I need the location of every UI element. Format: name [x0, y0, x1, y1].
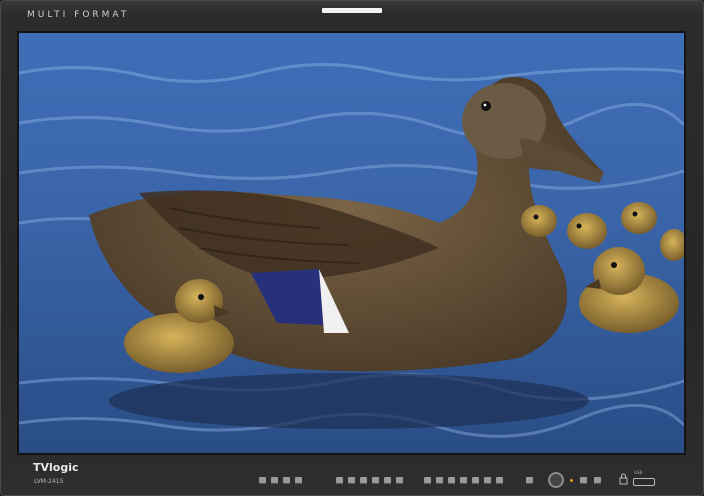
control-button[interactable] [436, 477, 443, 484]
power-button[interactable] [594, 477, 601, 484]
usb-port-icon[interactable] [633, 478, 655, 486]
control-button[interactable] [283, 477, 290, 484]
control-button[interactable] [295, 477, 302, 484]
menu-button[interactable] [526, 477, 533, 484]
usb-label: USB [634, 470, 643, 475]
control-button[interactable] [580, 477, 587, 484]
control-button[interactable] [360, 477, 367, 484]
control-button[interactable] [484, 477, 491, 484]
tally-lamp [322, 8, 382, 13]
model-label: LVM-241S [34, 478, 64, 485]
control-button[interactable] [384, 477, 391, 484]
control-button[interactable] [259, 477, 266, 484]
monitor-top-label: MULTI FORMAT [27, 10, 130, 20]
brand-logo: TVlogic [33, 461, 79, 474]
power-led [570, 479, 573, 482]
control-button[interactable] [348, 477, 355, 484]
rotary-knob-icon[interactable] [548, 472, 564, 488]
control-button[interactable] [460, 477, 467, 484]
video-screen [19, 33, 684, 453]
control-button[interactable] [496, 477, 503, 484]
control-button[interactable] [372, 477, 379, 484]
control-button[interactable] [271, 477, 278, 484]
control-panel [0, 455, 704, 496]
control-button[interactable] [336, 477, 343, 484]
control-button[interactable] [448, 477, 455, 484]
monitor-bezel: MULTI FORMAT TVlogic LVM-241S USB [0, 0, 704, 496]
duck-photo-icon [19, 33, 684, 453]
control-button[interactable] [396, 477, 403, 484]
control-button[interactable] [424, 477, 431, 484]
lock-icon [619, 473, 628, 485]
control-button[interactable] [472, 477, 479, 484]
